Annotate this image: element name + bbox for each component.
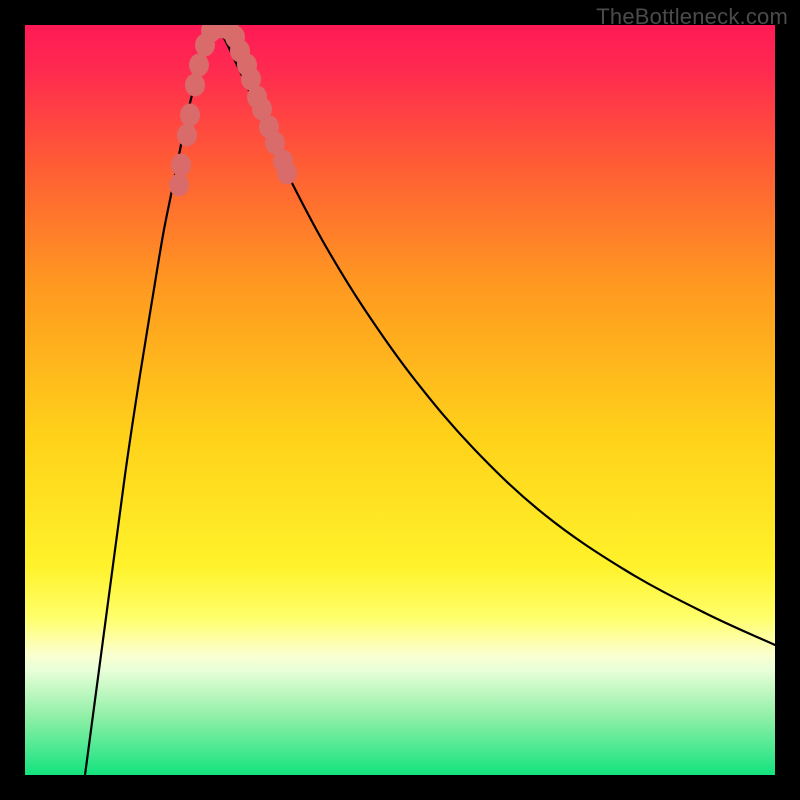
watermark-text: TheBottleneck.com bbox=[596, 4, 788, 30]
plot-area bbox=[25, 25, 775, 775]
data-marker bbox=[169, 174, 189, 197]
data-markers bbox=[169, 25, 297, 197]
data-marker bbox=[277, 162, 297, 185]
data-marker bbox=[180, 104, 200, 127]
data-marker bbox=[189, 54, 209, 77]
curve-right-branch bbox=[215, 25, 775, 645]
outer-frame: TheBottleneck.com bbox=[0, 0, 800, 800]
chart-svg bbox=[25, 25, 775, 775]
data-marker bbox=[185, 74, 205, 97]
data-marker bbox=[177, 124, 197, 147]
data-marker bbox=[171, 154, 191, 177]
